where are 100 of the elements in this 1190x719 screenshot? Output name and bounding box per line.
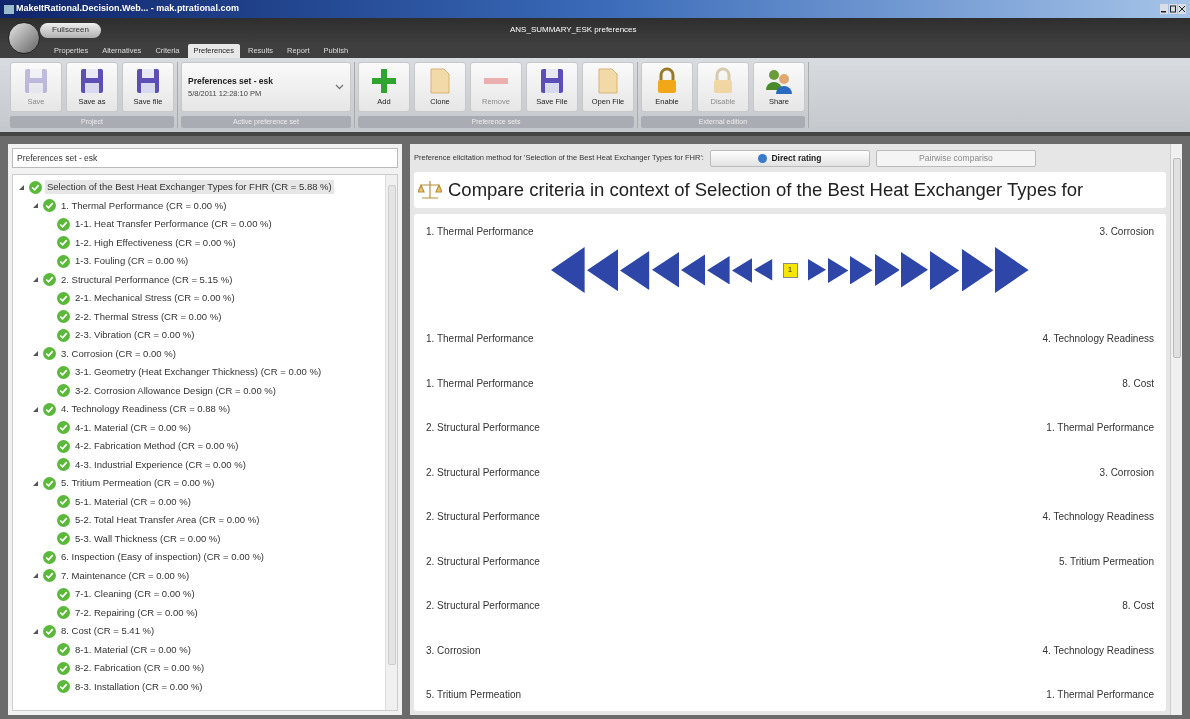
check-icon [43,624,56,638]
tree-item[interactable]: 7. Maintenance (CR = 0.00 %) [59,568,192,583]
check-icon [43,402,56,416]
maximize-icon[interactable] [1169,4,1177,14]
expand-arrow-icon[interactable] [33,480,38,486]
left-triangle-icon[interactable] [551,247,585,293]
document-title: ANS_SUMMARY_ESK preferences [510,24,637,36]
criterion-right: 5. Tritium Permeation [1058,554,1154,569]
check-icon [57,606,70,620]
left-triangle-icon[interactable] [651,252,679,288]
criterion-left: 1. Thermal Performance [426,225,534,239]
criterion-left: 2. Structural Performance [426,510,540,524]
check-icon [57,421,70,435]
right-triangle-icon[interactable] [874,254,900,286]
tree-item[interactable]: 4-2. Fabrication Method (CR = 0.00 %) [73,439,241,454]
tree-item[interactable]: 2. Structural Performance (CR = 5.15 %) [59,272,235,287]
criterion-right: 4. Technology Readiness [1042,332,1154,346]
right-triangle-icon[interactable] [807,259,826,281]
tree-item[interactable]: 3-2. Corrosion Allowance Design (CR = 0.00 %) [73,383,278,398]
check-icon [57,365,70,379]
expand-arrow-icon[interactable] [33,277,38,283]
tree-item[interactable]: 7-2. Repairing (CR = 0.00 %) [73,605,200,620]
criterion-right: 8. Cost [1122,599,1154,613]
expand-arrow-icon[interactable] [33,203,38,209]
left-triangle-icon[interactable] [680,254,706,286]
right-triangle-icon[interactable] [961,248,994,292]
left-triangle-icon[interactable] [731,257,753,283]
check-icon [57,384,70,398]
check-icon [57,532,70,546]
app-orb-icon[interactable] [8,22,40,54]
tree-item[interactable]: 4. Technology Readiness (CR = 0.88 %) [59,402,233,417]
tree-item[interactable]: 1-3. Fouling (CR = 0.00 %) [73,254,191,269]
tree-item[interactable]: 8-2. Fabrication (CR = 0.00 %) [73,661,207,676]
check-icon [57,513,70,527]
tree-item[interactable]: 1-2. High Effectiveness (CR = 0.00 %) [73,235,238,250]
check-icon [57,328,70,342]
criterion-left: 1. Thermal Performance [426,376,534,391]
tree-item[interactable]: 7-1. Cleaning (CR = 0.00 %) [73,587,197,602]
balance-scale-icon [418,179,442,201]
right-triangle-icon[interactable] [930,250,960,290]
tree-item[interactable]: 8-3. Installation (CR = 0.00 %) [73,679,205,694]
check-icon [43,347,56,361]
window-title: MakeItRational.Decision.Web... - mak.ptrational.com [16,2,239,16]
tree-item[interactable]: 5-1. Material (CR = 0.00 %) [73,494,193,509]
tree-item[interactable]: 8-1. Material (CR = 0.00 %) [73,642,193,657]
tree-item[interactable]: 2-3. Vibration (CR = 0.00 %) [73,328,197,343]
tree-item[interactable]: 6. Inspection (Easy of inspection) (CR = 0.00 %) [59,550,267,565]
tree-item[interactable]: 1. Thermal Performance (CR = 0.00 %) [59,198,229,213]
check-icon [43,569,56,583]
right-triangle-icon[interactable] [827,257,849,283]
left-triangle-icon[interactable] [754,259,773,281]
tree-item[interactable]: 3. Corrosion (CR = 0.00 %) [59,346,178,361]
criterion-right: 3. Corrosion [1099,225,1154,239]
right-triangle-icon[interactable] [995,247,1029,293]
scrollbar[interactable] [1170,144,1182,715]
close-icon[interactable] [1178,4,1186,14]
tree-item[interactable]: 2-1. Mechanical Stress (CR = 0.00 %) [73,291,237,306]
left-triangle-icon[interactable] [586,248,619,292]
expand-arrow-icon[interactable] [33,351,38,357]
criterion-left: 3. Corrosion [426,643,481,658]
tree-item[interactable]: 4-1. Material (CR = 0.00 %) [73,420,193,435]
left-triangle-icon[interactable] [707,255,730,285]
expand-arrow-icon[interactable] [33,573,38,579]
tree-item[interactable]: 3-1. Geometry (Heat Exchanger Thickness) (CR = 0.00 %) [73,365,324,380]
tree-item[interactable]: Selection of the Best Heat Exchanger Types for FHR (CR = 5.88 %) [45,180,334,195]
criterion-left: 2. Structural Performance [426,421,540,435]
tree-item[interactable]: 2-2. Thermal Stress (CR = 0.00 %) [73,309,224,324]
check-icon [57,254,70,268]
tree-item[interactable]: 5-3. Wall Thickness (CR = 0.00 %) [73,531,223,546]
criterion-right: 1. Thermal Performance [1046,421,1154,435]
preference-set-name: Preferences set - esk [188,75,275,88]
right-triangle-icon[interactable] [901,252,929,288]
left-triangle-icon[interactable] [620,250,650,290]
check-icon [57,661,70,675]
method-button[interactable]: Direct rating [709,149,870,167]
scale-value[interactable]: 1 [782,262,798,278]
right-triangle-icon[interactable] [850,255,873,285]
check-icon [57,310,70,324]
check-icon [29,180,42,194]
criterion-left: 1. Thermal Performance [426,332,534,346]
criterion-right: 1. Thermal Performance [1046,688,1154,702]
tree-item[interactable]: 5. Tritium Permeation (CR = 0.00 %) [59,476,217,491]
tree-item[interactable]: 4-3. Industrial Experience (CR = 0.00 %) [73,457,248,472]
check-icon [43,476,56,490]
fullscreen-button[interactable]: Fullscreen [40,22,101,38]
tree-item[interactable]: 5-2. Total Heat Transfer Area (CR = 0.00 %) [73,513,262,528]
preference-set-field[interactable]: Preferences set - esk [12,148,398,168]
scrollbar[interactable] [385,175,397,710]
check-icon [43,550,56,564]
expand-arrow-icon[interactable] [33,628,38,634]
tree-item[interactable]: 1-1. Heat Transfer Performance (CR = 0.00 %) [73,217,274,232]
chevron-down-icon [335,84,344,90]
check-icon [57,291,70,305]
expand-arrow-icon[interactable] [33,406,38,412]
comparison-heading: Compare criteria in context of Selection of the Best Heat Exchanger Types for [448,178,1084,203]
criterion-left: 2. Structural Performance [426,554,540,569]
check-icon [57,458,70,472]
expand-arrow-icon[interactable] [19,184,24,190]
tree-item[interactable]: 8. Cost (CR = 5.41 %) [59,624,157,639]
minimize-icon[interactable] [1160,4,1168,14]
